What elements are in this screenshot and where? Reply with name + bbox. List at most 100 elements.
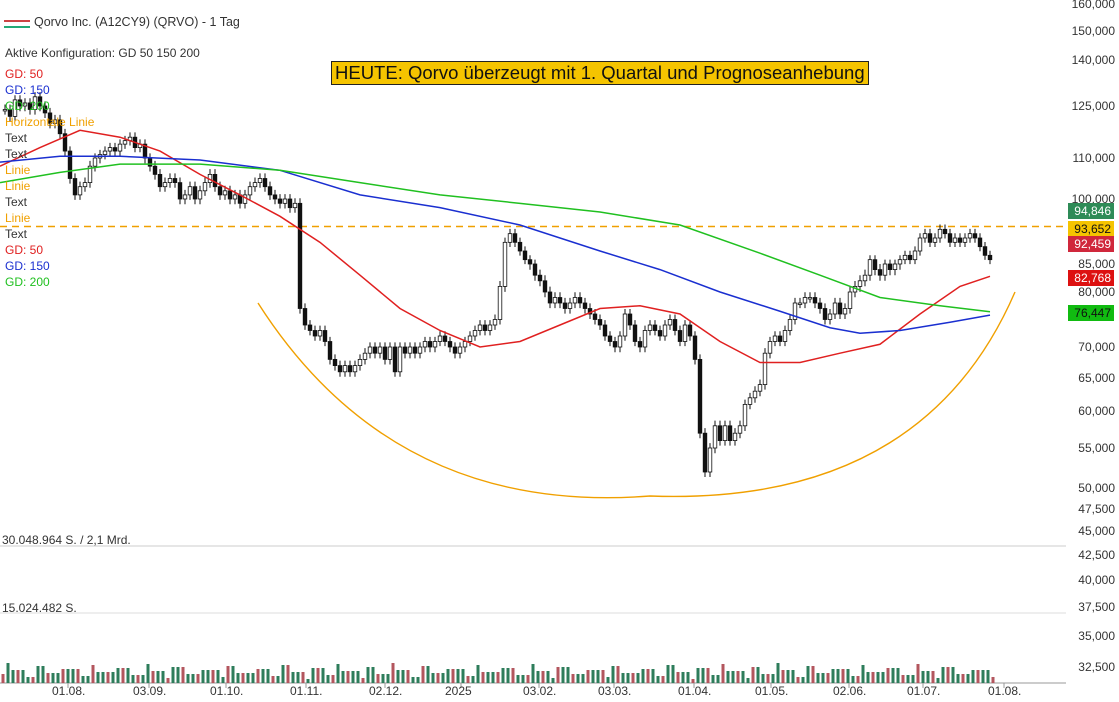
candle-body (897, 259, 903, 265)
time-tick-label: 02.12. (369, 684, 403, 698)
volume-bar (601, 670, 605, 683)
volume-bar (121, 668, 125, 683)
candle-body (967, 233, 973, 239)
volume-bar (301, 672, 305, 683)
volume-bar (811, 666, 815, 683)
candle-body (287, 198, 293, 209)
volume-bar (91, 665, 95, 683)
headline-banner: HEUTE: Qorvo überzeugt mit 1. Quartal un… (331, 61, 869, 85)
candle-body (972, 233, 978, 239)
candle-body (297, 202, 303, 309)
price-tick-label: 55,000 (1078, 441, 1115, 455)
legend-entry: Text (5, 195, 28, 209)
candle-body (857, 280, 863, 287)
volume-bar (881, 672, 885, 683)
legend-entry: GD: 200 (5, 275, 50, 289)
volume-bar (441, 673, 445, 683)
volume-bar (261, 669, 265, 683)
candle-body (637, 341, 643, 348)
volume-bar (911, 675, 915, 683)
candle-body (112, 147, 118, 152)
volume-bar (731, 671, 735, 683)
volume-bar (631, 673, 635, 683)
candle-body (642, 330, 648, 348)
price-chart (0, 92, 1066, 688)
volume-bar (336, 664, 340, 683)
candle-body (547, 291, 553, 304)
volume-bar (371, 667, 375, 683)
candle-body (462, 341, 468, 348)
candle-body (892, 263, 898, 270)
volume-bar (386, 674, 390, 683)
volume-bar (651, 669, 655, 683)
candle-body (332, 358, 338, 366)
candle-body (212, 173, 218, 188)
candle-body (987, 254, 993, 261)
candle-body (732, 432, 738, 442)
candle-body (702, 432, 708, 473)
candle-body (617, 335, 623, 348)
volume-bar (971, 670, 975, 683)
candle-body (352, 365, 358, 373)
volume-bar (926, 671, 930, 683)
candle-body (647, 324, 653, 331)
volume-bar (321, 668, 325, 683)
volume-bar (211, 670, 215, 683)
candle-body (747, 397, 753, 405)
legend-entry: GD: 200 (5, 99, 50, 113)
candle-body (597, 319, 603, 326)
value-tag: 82,768 (1068, 270, 1114, 286)
volume-bar (991, 677, 995, 683)
volume-bar (801, 677, 805, 683)
volume-bar (636, 673, 640, 683)
candle-body (902, 254, 908, 261)
volume-bar (56, 673, 60, 683)
volume-bar (131, 675, 135, 683)
candle-body (827, 313, 833, 320)
candle-body (612, 341, 618, 348)
candle-body (367, 346, 373, 354)
candle-body (962, 237, 968, 243)
volume-bar (291, 672, 295, 683)
candle-body (507, 233, 513, 243)
volume-bar (341, 671, 345, 683)
candle-body (222, 190, 228, 196)
candle-body (82, 182, 88, 188)
candle-body (92, 157, 98, 167)
volume-bar (166, 678, 170, 683)
candle-body (822, 308, 828, 320)
instrument-title: Qorvo Inc. (A12CY9) (QRVO) - 1 Tag (34, 15, 240, 29)
volume-bar (671, 665, 675, 683)
volume-bar (836, 669, 840, 683)
candle-body (567, 302, 573, 309)
volume-bar (136, 675, 140, 683)
candle-body (122, 140, 128, 145)
volume-bar (756, 667, 760, 683)
volume-bar (561, 667, 565, 683)
volume-bar (906, 675, 910, 683)
price-tick-label: 42,500 (1078, 548, 1115, 562)
candle-body (667, 319, 673, 326)
legend-entry: GD: 50 (5, 67, 44, 81)
volume-bar (446, 669, 450, 683)
candle-body (282, 198, 288, 204)
volume-bar (531, 664, 535, 683)
volume-bar (296, 672, 300, 683)
volume-bar (491, 672, 495, 683)
candle-body (537, 274, 543, 282)
time-tick-label: 03.09. (133, 684, 167, 698)
volume-bar (821, 673, 825, 683)
volume-bar (876, 672, 880, 683)
config-label: Aktive Konfiguration: GD 50 150 200 (5, 46, 200, 60)
candle-body (817, 302, 823, 309)
volume-bar (826, 673, 830, 683)
volume-bar (576, 674, 580, 683)
price-tick-label: 85,000 (1078, 257, 1115, 271)
volume-bar (571, 674, 575, 683)
price-tick-label: 47,500 (1078, 502, 1115, 516)
volume-bar (181, 667, 185, 683)
volume-bar (891, 668, 895, 683)
candle-body (867, 259, 873, 276)
cup-arc-line (257, 291, 1016, 499)
candle-body (782, 330, 788, 342)
